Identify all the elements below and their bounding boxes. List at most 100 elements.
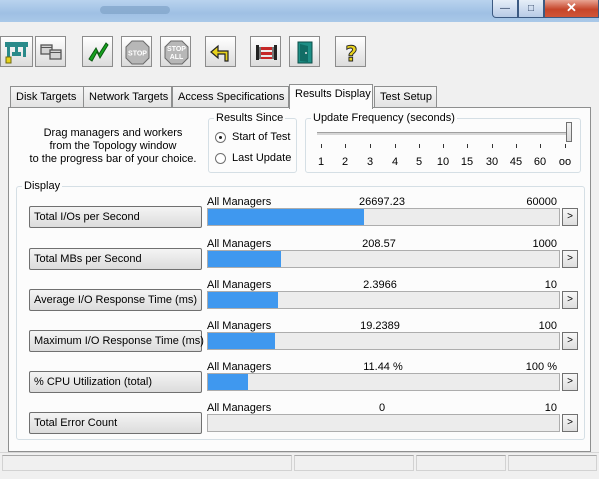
tab-label: Test Setup [380, 91, 432, 103]
topology-button[interactable] [0, 36, 33, 67]
config-window-icon [40, 44, 62, 60]
metric-button[interactable]: Total MBs per Second [29, 248, 202, 270]
slider-tick-label: 4 [391, 156, 399, 168]
slider-tick-mark [443, 144, 444, 148]
start-manager-button[interactable] [250, 36, 281, 67]
status-segment [294, 455, 414, 471]
slider-tick-mark [419, 144, 420, 148]
help-label: ? [345, 42, 357, 66]
progress-bar-fill [208, 251, 281, 267]
maximize-button[interactable]: □ [518, 0, 544, 18]
stop-all-label-top: STOP [167, 46, 186, 53]
reset-workers-button[interactable] [205, 36, 236, 67]
row-value: 0 [378, 402, 386, 414]
drag-hint-text: Drag managers and workers from the Topol… [24, 127, 202, 166]
progress-bar[interactable] [207, 291, 560, 309]
close-button[interactable]: ✕ [544, 0, 599, 18]
stop-all-label-bottom: ALL [170, 54, 184, 61]
metric-button[interactable]: Total I/Os per Second [29, 206, 202, 228]
slider-tick-label: 60 [533, 156, 547, 168]
row-max-value: 1000 [532, 238, 557, 250]
topology-icon [5, 42, 28, 64]
slider-tick-label: 10 [436, 156, 450, 168]
slider-tick-label: 30 [485, 156, 499, 168]
slider-tick-label: 45 [509, 156, 523, 168]
status-segment [2, 455, 292, 471]
expand-button[interactable]: > [562, 250, 578, 268]
row-target-label: All Managers [207, 361, 272, 373]
row-max-value: 60000 [526, 196, 557, 208]
expand-button[interactable]: > [562, 414, 578, 432]
tab-test-setup[interactable]: Test Setup [374, 86, 437, 108]
stop-button[interactable]: STOP [121, 36, 152, 67]
row-value: 208.57 [362, 238, 396, 250]
exit-icon [297, 41, 313, 64]
radio-last-update[interactable]: Last Update [215, 152, 291, 164]
row-target-label: All Managers [207, 320, 272, 332]
expand-button[interactable]: > [562, 291, 578, 309]
progress-bar[interactable] [207, 250, 560, 268]
tab-network-targets[interactable]: Network Targets [83, 86, 172, 108]
metric-button[interactable]: % CPU Utilization (total) [29, 371, 202, 393]
progress-bar[interactable] [207, 332, 560, 350]
tab-disk-targets[interactable]: Disk Targets [10, 86, 84, 108]
reset-workers-icon [210, 44, 229, 62]
tab-label: Disk Targets [16, 91, 77, 103]
tab-results-display[interactable]: Results Display [289, 84, 373, 109]
radio-dot[interactable] [215, 152, 226, 164]
row-target-label: All Managers [207, 402, 272, 414]
minimize-button[interactable]: — [492, 0, 518, 18]
title-bar: — □ ✕ [0, 0, 599, 23]
row-max-value: 100 [538, 320, 557, 332]
hint-line: to the progress bar of your choice. [29, 153, 197, 165]
toolbar: STOP STOP ALL ? [0, 22, 599, 84]
slider-tick-mark [467, 144, 468, 148]
slider-tick-label: 1 [317, 156, 325, 168]
help-button[interactable]: ? [335, 36, 366, 67]
start-tests-button[interactable] [82, 36, 113, 67]
expand-button[interactable]: > [562, 373, 578, 391]
exit-button[interactable] [289, 36, 320, 67]
hint-line: from the Topology window [49, 140, 177, 152]
row-target-label: All Managers [207, 238, 272, 250]
config-window-button[interactable] [35, 36, 66, 67]
expand-button[interactable]: > [562, 332, 578, 350]
tab-label: Network Targets [89, 91, 169, 103]
metric-button[interactable]: Average I/O Response Time (ms) [29, 289, 202, 311]
metric-button[interactable]: Maximum I/O Response Time (ms) [29, 330, 204, 352]
slider-tick-label: 3 [366, 156, 374, 168]
slider-tick-mark [492, 144, 493, 148]
row-value: 26697.23 [359, 196, 405, 208]
tab-access-specifications[interactable]: Access Specifications [172, 86, 289, 108]
stop-all-button[interactable]: STOP ALL [160, 36, 191, 67]
radio-label: Start of Test [232, 131, 291, 143]
slider-tick-mark [565, 144, 566, 148]
radio-start-of-test[interactable]: Start of Test [215, 131, 291, 143]
update-frequency-legend: Update Frequency (seconds) [313, 112, 455, 124]
hint-line: Drag managers and workers [43, 127, 183, 139]
progress-bar[interactable] [207, 414, 560, 432]
status-bar [0, 452, 599, 479]
radio-dot[interactable] [215, 131, 226, 143]
radio-label: Last Update [232, 152, 292, 164]
tab-label: Results Display [295, 88, 371, 100]
update-frequency-slider-thumb[interactable] [566, 122, 572, 142]
window-title [100, 6, 170, 14]
slider-tick-label: 15 [460, 156, 474, 168]
results-since-legend: Results Since [216, 112, 284, 124]
slider-tick-mark [395, 144, 396, 148]
slider-tick-mark [540, 144, 541, 148]
progress-bar[interactable] [207, 373, 560, 391]
stop-label: STOP [128, 51, 147, 58]
row-max-value: 10 [544, 279, 557, 291]
row-value: 11.44 % [363, 361, 403, 373]
expand-button[interactable]: > [562, 208, 578, 226]
display-legend: Display [24, 180, 61, 192]
slider-tick-mark [370, 144, 371, 148]
progress-bar[interactable] [207, 208, 560, 226]
stop-all-icon: STOP ALL [164, 40, 189, 65]
slider-tick-mark [321, 144, 322, 148]
slider-tick-label: 5 [415, 156, 423, 168]
update-frequency-slider-track[interactable] [317, 132, 570, 135]
metric-button[interactable]: Total Error Count [29, 412, 202, 434]
